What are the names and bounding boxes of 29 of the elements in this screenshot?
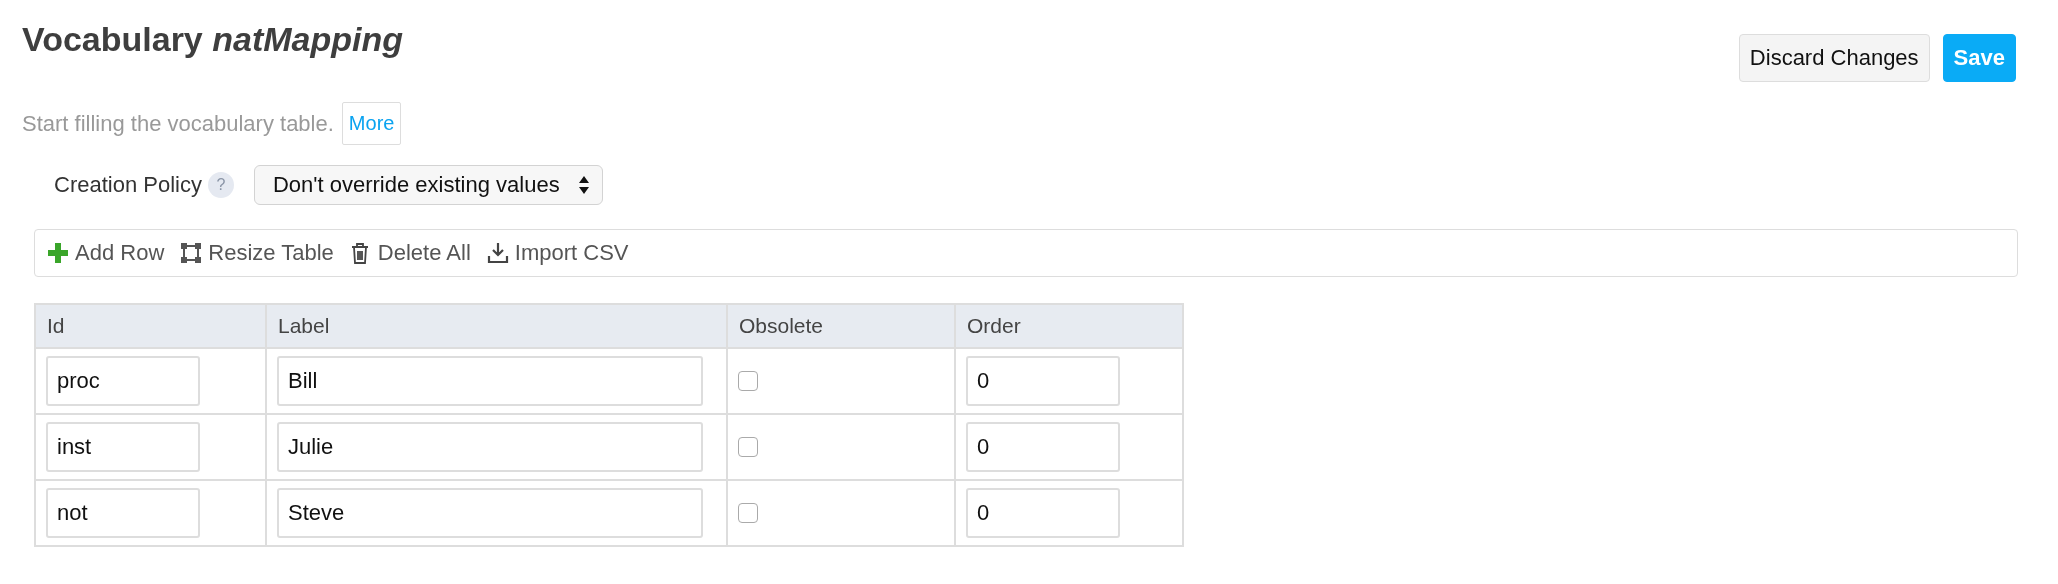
field-label: Creation Policy [54, 172, 202, 198]
toolbar-button[interactable]: Delete All [349, 240, 471, 266]
column-header: Id [35, 304, 266, 348]
id-field[interactable]: not [46, 488, 200, 538]
discard-button[interactable]: Discard Changes [1738, 34, 1930, 82]
policy-dropdown[interactable]: Don't override existing values [253, 165, 603, 205]
description-text: Start filling the vocabulary table. [22, 110, 334, 137]
toolbar-button[interactable]: Import CSV [486, 240, 629, 266]
column-header: Label [266, 304, 727, 348]
page-title: Vocabulary natMapping [22, 20, 403, 59]
resize-icon [180, 242, 203, 264]
order-field[interactable]: 0 [966, 488, 1120, 538]
updown-caret-icon [577, 175, 590, 195]
label-field[interactable]: Julie [277, 422, 703, 472]
obsolete-checkbox[interactable] [738, 371, 758, 391]
column-header: Order [955, 304, 1183, 348]
order-field[interactable]: 0 [966, 356, 1120, 406]
plus-icon [47, 242, 69, 264]
label-field[interactable]: Steve [277, 488, 703, 538]
id-field[interactable]: proc [46, 356, 200, 406]
toolbar-button[interactable]: Add Row [47, 240, 165, 266]
obsolete-checkbox[interactable] [738, 437, 758, 457]
download-icon [486, 242, 509, 264]
obsolete-checkbox[interactable] [738, 503, 758, 523]
order-field[interactable]: 0 [966, 422, 1120, 472]
id-field[interactable]: inst [46, 422, 200, 472]
label-field[interactable]: Bill [277, 356, 703, 406]
column-header: Obsolete [727, 304, 955, 348]
toolbar-button[interactable]: Resize Table [180, 240, 334, 266]
